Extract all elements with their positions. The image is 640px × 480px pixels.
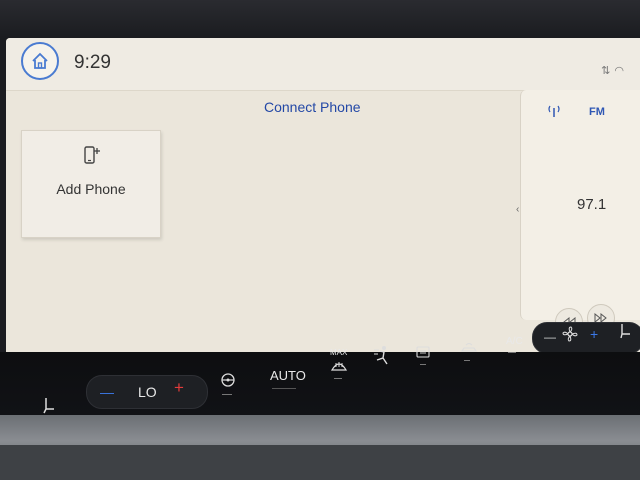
- dashboard-lip: [0, 445, 640, 480]
- wifi-icon: ◠: [614, 65, 628, 77]
- max-defrost-icon[interactable]: [330, 358, 348, 372]
- max-defrost-indicator: [334, 378, 342, 379]
- auto-climate-button[interactable]: AUTO: [270, 368, 306, 383]
- temperature-value: LO: [138, 384, 157, 400]
- radio-panel[interactable]: FM 97.1: [520, 90, 640, 336]
- home-icon: [32, 52, 48, 69]
- radio-band: FM: [589, 106, 605, 118]
- fan-plus-button[interactable]: +: [590, 326, 598, 342]
- recirculation-indicator: [464, 360, 470, 361]
- ac-button[interactable]: A/C: [506, 336, 523, 347]
- connect-phone-title: Connect Phone: [264, 99, 361, 115]
- seat-heat-right-icon[interactable]: [618, 322, 634, 340]
- temp-minus-button[interactable]: —: [100, 384, 114, 400]
- heated-steering-wheel-icon[interactable]: [220, 372, 236, 388]
- fan-minus-button[interactable]: —: [544, 330, 556, 344]
- radio-signal-icon: [548, 105, 560, 117]
- phone-add-icon: [84, 146, 100, 164]
- add-phone-label: Add Phone: [56, 181, 126, 197]
- infotainment-screen: 9:29 ⇅◠ Connect Phone Add Phone ‹ FM 97.…: [6, 38, 640, 356]
- recirculation-icon[interactable]: [460, 342, 478, 354]
- status-bar: 9:29 ⇅◠: [6, 38, 640, 91]
- data-transfer-icon: ⇅: [601, 65, 615, 77]
- add-phone-button[interactable]: Add Phone: [21, 130, 161, 238]
- rear-defrost-indicator: [420, 364, 426, 365]
- ac-indicator: [508, 352, 516, 353]
- rear-defrost-icon[interactable]: [416, 346, 430, 358]
- auto-indicator: [272, 388, 296, 389]
- clock: 9:29: [74, 52, 111, 73]
- temp-plus-button[interactable]: +: [174, 378, 184, 398]
- top-bezel: [0, 0, 640, 40]
- radio-frequency: 97.1: [577, 196, 607, 213]
- fan-icon: [562, 326, 578, 342]
- home-button[interactable]: [21, 42, 59, 80]
- airflow-mode-icon[interactable]: [372, 344, 392, 366]
- collapse-panel-arrow[interactable]: ‹: [516, 204, 519, 215]
- seat-heat-left-icon[interactable]: [40, 396, 58, 414]
- max-defrost-label: MAX: [330, 348, 348, 357]
- steering-heat-level: [222, 394, 232, 395]
- status-icons: ⇅◠: [601, 64, 628, 77]
